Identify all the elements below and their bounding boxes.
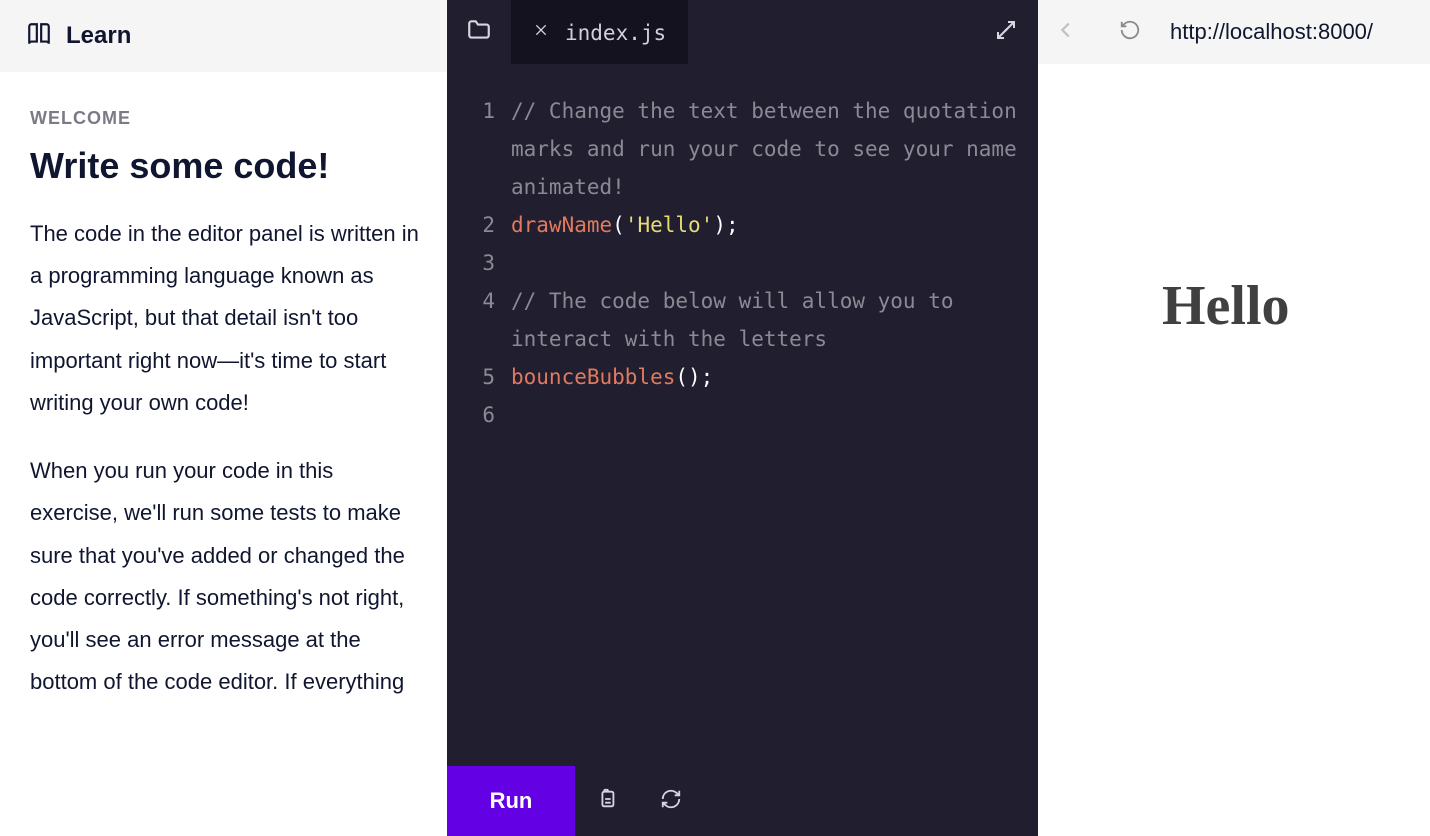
learn-header-title: Learn [66, 22, 131, 50]
close-tab-button[interactable] [533, 22, 549, 43]
preview-toolbar: http://localhost:8000/ [1038, 0, 1430, 64]
book-icon [26, 21, 52, 52]
line-number: 3 [447, 244, 495, 282]
expand-editor-button[interactable] [974, 0, 1038, 64]
code-function-call: drawName [511, 213, 612, 237]
lesson-paragraph-1: The code in the editor panel is written … [30, 213, 419, 424]
learn-body: WELCOME Write some code! The code in the… [0, 72, 447, 836]
code-comment: // The code below will allow you to inte… [511, 289, 954, 351]
code-string: 'Hello' [625, 213, 714, 237]
lesson-eyebrow: WELCOME [30, 108, 419, 129]
line-number-gutter: 1 2 3 4 5 6 [447, 92, 511, 766]
expand-icon [994, 18, 1018, 47]
editor-tab-bar: index.js [447, 0, 1038, 64]
preview-pane: http://localhost:8000/ Hello [1038, 0, 1430, 836]
code-editor[interactable]: 1 2 3 4 5 6 // Change the text between t… [447, 64, 1038, 766]
clipboard-icon [596, 788, 618, 815]
learn-header: Learn [0, 0, 447, 72]
preview-url[interactable]: http://localhost:8000/ [1166, 19, 1430, 45]
preview-body: Hello [1038, 64, 1430, 836]
back-button[interactable] [1038, 0, 1094, 64]
line-number: 1 [447, 92, 495, 130]
editor-tab-filename: index.js [565, 21, 666, 45]
line-number: 4 [447, 282, 495, 320]
code-comment: // Change the text between the quotation… [511, 99, 1017, 199]
lesson-paragraph-2: When you run your code in this exercise,… [30, 450, 419, 703]
line-number: 5 [447, 358, 495, 396]
line-number: 6 [447, 396, 495, 434]
file-explorer-button[interactable] [447, 0, 511, 64]
chevron-left-icon [1055, 19, 1077, 46]
line-number: 2 [447, 206, 495, 244]
preview-output-text: Hello [1162, 274, 1290, 338]
code-lines[interactable]: // Change the text between the quotation… [511, 92, 1038, 766]
editor-footer: Run [447, 766, 1038, 836]
folder-icon [466, 17, 492, 48]
reset-button[interactable] [639, 766, 703, 836]
learn-pane: Learn WELCOME Write some code! The code … [0, 0, 447, 836]
reload-icon [1119, 19, 1141, 46]
reset-icon [660, 788, 682, 815]
run-button[interactable]: Run [447, 766, 575, 836]
editor-tab-active[interactable]: index.js [511, 0, 688, 64]
reload-button[interactable] [1102, 0, 1158, 64]
code-function-call: bounceBubbles [511, 365, 675, 389]
lesson-title: Write some code! [30, 145, 419, 187]
editor-pane: index.js 1 2 3 4 5 6 // Change the text … [447, 0, 1038, 836]
copy-button[interactable] [575, 766, 639, 836]
